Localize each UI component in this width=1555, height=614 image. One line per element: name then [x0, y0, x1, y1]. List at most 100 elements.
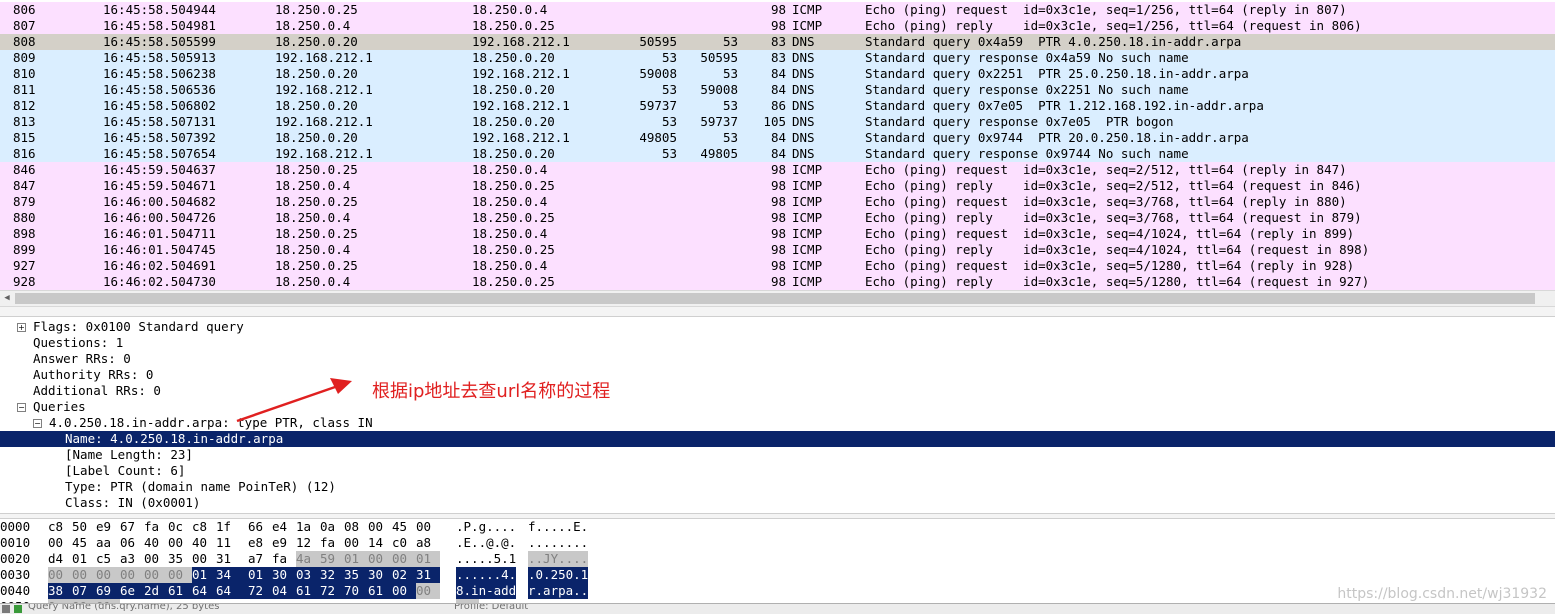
hexdump-byte[interactable]: 01 — [344, 551, 368, 567]
status-profile[interactable]: Profile: Default — [454, 604, 528, 612]
hexdump-byte[interactable]: 64 — [216, 583, 248, 599]
packet-details-tree[interactable]: + Flags: 0x0100 Standard query Questions: … — [0, 317, 1555, 517]
tree-item[interactable]: + Flags: 0x0100 Standard query — [0, 319, 1555, 335]
hexdump-byte[interactable]: e9 — [272, 535, 296, 551]
hexdump-byte[interactable]: fa — [320, 535, 344, 551]
hexdump-byte[interactable]: fa — [272, 551, 296, 567]
hexdump-byte[interactable]: 61 — [168, 583, 192, 599]
hexdump-byte[interactable]: 00 — [168, 535, 192, 551]
hexdump-byte[interactable]: 08 — [344, 519, 368, 535]
tree-item[interactable]: Questions: 1 — [0, 335, 1555, 351]
hexdump-byte[interactable]: 11 — [216, 535, 248, 551]
tree-item[interactable]: − Queries — [0, 399, 1555, 415]
packet-list-horizontal-scrollbar[interactable]: ◀ — [0, 290, 1555, 307]
packet-row[interactable]: 806 16:45:58.504944 18.250.0.25 18.250.0.4 9… — [0, 2, 1555, 18]
packet-row[interactable]: 879 16:46:00.504682 18.250.0.25 18.250.0.4 9… — [0, 194, 1555, 210]
hexdump-byte[interactable]: a7 — [248, 551, 272, 567]
hexdump-byte[interactable]: 00 — [144, 567, 168, 583]
hexdump-byte[interactable]: 31 — [216, 551, 248, 567]
packet-row[interactable]: 809 16:45:58.505913 192.168.212.1 18.250.0.… — [0, 50, 1555, 66]
tree-item[interactable]: Type: PTR (domain name PoinTeR) (12) — [0, 479, 1555, 495]
hexdump-ascii[interactable]: ........ — [528, 535, 588, 551]
hexdump-byte[interactable]: 00 — [416, 519, 440, 535]
packet-row[interactable]: 927 16:46:02.504691 18.250.0.25 18.250.0.4 9… — [0, 258, 1555, 274]
hexdump-byte[interactable]: 50 — [72, 519, 96, 535]
hexdump-byte[interactable]: 01 — [248, 567, 272, 583]
packet-row[interactable]: 899 16:46:01.504745 18.250.0.4 18.250.0.25 9… — [0, 242, 1555, 258]
scroll-left-arrow-icon[interactable]: ◀ — [0, 291, 14, 306]
hexdump-byte[interactable]: 00 — [368, 551, 392, 567]
hexdump-byte[interactable]: 00 — [96, 567, 120, 583]
hexdump-byte[interactable]: 70 — [344, 583, 368, 599]
hexdump-ascii[interactable]: .0.250.1 — [528, 567, 589, 583]
hexdump-byte[interactable]: 30 — [368, 567, 392, 583]
hexdump-byte[interactable]: 04 — [272, 583, 296, 599]
hexdump-ascii[interactable]: 8.in-add — [456, 583, 517, 599]
hexdump-byte[interactable]: 35 — [168, 551, 192, 567]
hexdump-byte[interactable]: 30 — [272, 567, 296, 583]
tree-item[interactable]: Answer RRs: 0 — [0, 351, 1555, 367]
packet-row[interactable]: 813 16:45:58.507131 192.168.212.1 18.250.0.… — [0, 114, 1555, 130]
hexdump-byte[interactable]: 00 — [416, 583, 440, 599]
hexdump-byte[interactable]: 40 — [144, 535, 168, 551]
tree-item[interactable]: Additional RRs: 0 — [0, 383, 1555, 399]
hexdump-byte[interactable]: c8 — [48, 519, 72, 535]
hexdump-ascii[interactable]: .....5.1 — [456, 551, 516, 567]
hexdump-byte[interactable]: 00 — [192, 551, 216, 567]
tree-item[interactable]: Class: IN (0x0001) — [0, 495, 1555, 511]
tree-item[interactable]: −4.0.250.18.in-addr.arpa: type PTR, clas… — [0, 415, 1555, 431]
packet-row[interactable]: 816 16:45:58.507654 192.168.212.1 18.250.0.… — [0, 146, 1555, 162]
hexdump-byte[interactable]: 64 — [192, 583, 216, 599]
hexdump-byte[interactable]: 2d — [144, 583, 168, 599]
hexdump-ascii[interactable]: ......4. — [456, 567, 517, 583]
hexdump-byte[interactable]: 67 — [120, 519, 144, 535]
hexdump-byte[interactable]: 00 — [48, 535, 72, 551]
hexdump-byte[interactable]: c5 — [96, 551, 120, 567]
hexdump-byte[interactable]: a8 — [416, 535, 440, 551]
tree-item[interactable]: [Label Count: 6] — [0, 463, 1555, 479]
packet-row[interactable]: 811 16:45:58.506536 192.168.212.1 18.250.0.… — [0, 82, 1555, 98]
packet-list[interactable]: 806 16:45:58.504944 18.250.0.25 18.250.0.4 9… — [0, 0, 1555, 290]
hexdump-byte[interactable]: 01 — [72, 551, 96, 567]
hexdump-byte[interactable]: 00 — [48, 567, 72, 583]
hexdump-byte[interactable]: 0a — [320, 519, 344, 535]
hexdump-byte[interactable]: 03 — [296, 567, 320, 583]
hexdump-byte[interactable]: 45 — [392, 519, 416, 535]
hexdump-byte[interactable]: 31 — [416, 567, 440, 583]
hexdump-byte[interactable]: a3 — [120, 551, 144, 567]
tree-item[interactable]: Authority RRs: 0 — [0, 367, 1555, 383]
packet-row[interactable]: 810 16:45:58.506238 18.250.0.20 192.168.212… — [0, 66, 1555, 82]
collapse-minus-icon[interactable]: − — [33, 419, 42, 428]
hexdump-ascii[interactable]: f.....E. — [528, 519, 588, 535]
hexdump-byte[interactable]: e8 — [248, 535, 272, 551]
packet-row[interactable]: 898 16:46:01.504711 18.250.0.25 18.250.0.4 9… — [0, 226, 1555, 242]
expand-plus-icon[interactable]: + — [17, 323, 26, 332]
hexdump-byte[interactable]: 06 — [120, 535, 144, 551]
hexdump-byte[interactable]: e9 — [96, 519, 120, 535]
hexdump-ascii[interactable]: .P.g.... — [456, 519, 516, 535]
hexdump-byte[interactable]: 34 — [216, 567, 248, 583]
hexdump-byte[interactable]: 1a — [296, 519, 320, 535]
hexdump-byte[interactable]: 72 — [320, 583, 344, 599]
packet-row[interactable]: 808 16:45:58.505599 18.250.0.20 192.168.212… — [0, 34, 1555, 50]
packet-row[interactable]: 928 16:46:02.504730 18.250.0.4 18.250.0.25 9… — [0, 274, 1555, 290]
hexdump-byte[interactable]: 69 — [96, 583, 120, 599]
tree-item[interactable]: [Name Length: 23] — [0, 447, 1555, 463]
hexdump-byte[interactable]: 02 — [392, 567, 416, 583]
hexdump-byte[interactable]: d4 — [48, 551, 72, 567]
packet-row[interactable]: 847 16:45:59.504671 18.250.0.4 18.250.0.25 9… — [0, 178, 1555, 194]
hexdump-byte[interactable]: 38 — [48, 583, 72, 599]
hexdump-byte[interactable]: 32 — [320, 567, 344, 583]
hexdump-byte[interactable]: 72 — [248, 583, 272, 599]
scrollbar-thumb[interactable] — [15, 293, 1535, 304]
hexdump-byte[interactable]: 66 — [248, 519, 272, 535]
tree-item-selected[interactable]: Name: 4.0.250.18.in-addr.arpa — [0, 431, 1555, 447]
hexdump-byte[interactable]: 61 — [296, 583, 320, 599]
hexdump-byte[interactable]: 00 — [120, 567, 144, 583]
hexdump-byte[interactable]: 00 — [392, 583, 416, 599]
hexdump-ascii[interactable]: r.arpa.. — [528, 583, 589, 599]
hexdump-byte[interactable]: 4a — [296, 551, 320, 567]
hexdump-byte[interactable]: 07 — [72, 583, 96, 599]
packet-bytes-hexdump[interactable]: 0000 c8 50 e9 67 fa 0c c8 1f 66 e4 1a 0a 08 00 45 00 .P.g… — [0, 519, 1555, 603]
expert-info-icon[interactable] — [2, 605, 10, 613]
